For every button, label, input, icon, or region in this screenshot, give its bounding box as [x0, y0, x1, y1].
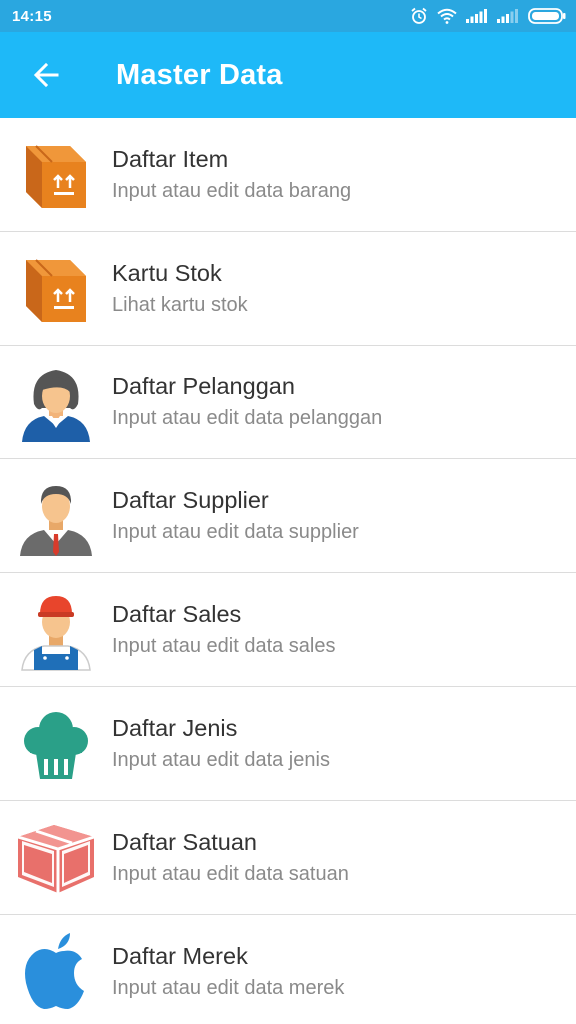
- menu-item-title: Daftar Merek: [112, 942, 248, 969]
- app-bar: Master Data: [0, 32, 576, 118]
- menu-item-title: Daftar Satuan: [112, 828, 258, 855]
- box-icon: [14, 132, 98, 216]
- menu-item-subtitle: Input atau edit data barang: [112, 179, 352, 202]
- menu-item-title: Daftar Supplier: [112, 487, 269, 514]
- menu-item-daftar-item[interactable]: Daftar Item Input atau edit data barang: [0, 118, 576, 232]
- menu-item-daftar-sales[interactable]: Daftar Sales Input atau edit data sales: [0, 573, 576, 687]
- menu-item-daftar-pelanggan[interactable]: Daftar Pelanggan Input atau edit data pe…: [0, 345, 576, 460]
- wifi-icon: [437, 8, 457, 24]
- menu-item-daftar-jenis[interactable]: Daftar Jenis Input atau edit data jenis: [0, 686, 576, 801]
- menu-item-subtitle: Input atau edit data satuan: [112, 862, 349, 885]
- menu-item-title: Kartu Stok: [112, 259, 222, 286]
- arrow-left-icon: [33, 62, 59, 88]
- box-icon: [14, 246, 98, 330]
- menu-item-subtitle: Input atau edit data supplier: [112, 521, 359, 544]
- signal-icon: [466, 9, 487, 23]
- package-icon: [14, 815, 98, 899]
- status-bar: 14:15: [0, 0, 576, 32]
- menu-item-subtitle: Input atau edit data merek: [112, 976, 345, 999]
- menu-list: Daftar Item Input atau edit data barang …: [0, 118, 576, 1024]
- alarm-icon: [411, 7, 427, 24]
- status-time: 14:15: [12, 7, 52, 25]
- menu-item-subtitle: Input atau edit data jenis: [112, 748, 330, 771]
- back-button[interactable]: [10, 39, 82, 111]
- menu-item-daftar-merek[interactable]: Daftar Merek Input atau edit data merek: [0, 914, 576, 1024]
- menu-item-daftar-supplier[interactable]: Daftar Supplier Input atau edit data sup…: [0, 459, 576, 574]
- sales-avatar-icon: [14, 588, 98, 672]
- signal-icon: [497, 9, 518, 23]
- menu-item-subtitle: Lihat kartu stok: [112, 293, 248, 316]
- page-title: Master Data: [116, 58, 283, 91]
- cupcake-icon: [14, 701, 98, 785]
- menu-item-kartu-stok[interactable]: Kartu Stok Lihat kartu stok: [0, 231, 576, 346]
- menu-item-title: Daftar Jenis: [112, 714, 238, 741]
- menu-item-title: Daftar Item: [112, 145, 229, 172]
- customer-avatar-icon: [14, 360, 98, 444]
- menu-item-subtitle: Input atau edit data pelanggan: [112, 407, 383, 430]
- menu-item-title: Daftar Sales: [112, 601, 242, 628]
- menu-item-subtitle: Input atau edit data sales: [112, 635, 336, 658]
- apple-icon: [14, 929, 98, 1013]
- menu-item-daftar-satuan[interactable]: Daftar Satuan Input atau edit data satua…: [0, 800, 576, 915]
- supplier-avatar-icon: [14, 474, 98, 558]
- menu-item-title: Daftar Pelanggan: [112, 373, 295, 400]
- battery-icon: [528, 8, 566, 24]
- status-icons: [410, 7, 566, 25]
